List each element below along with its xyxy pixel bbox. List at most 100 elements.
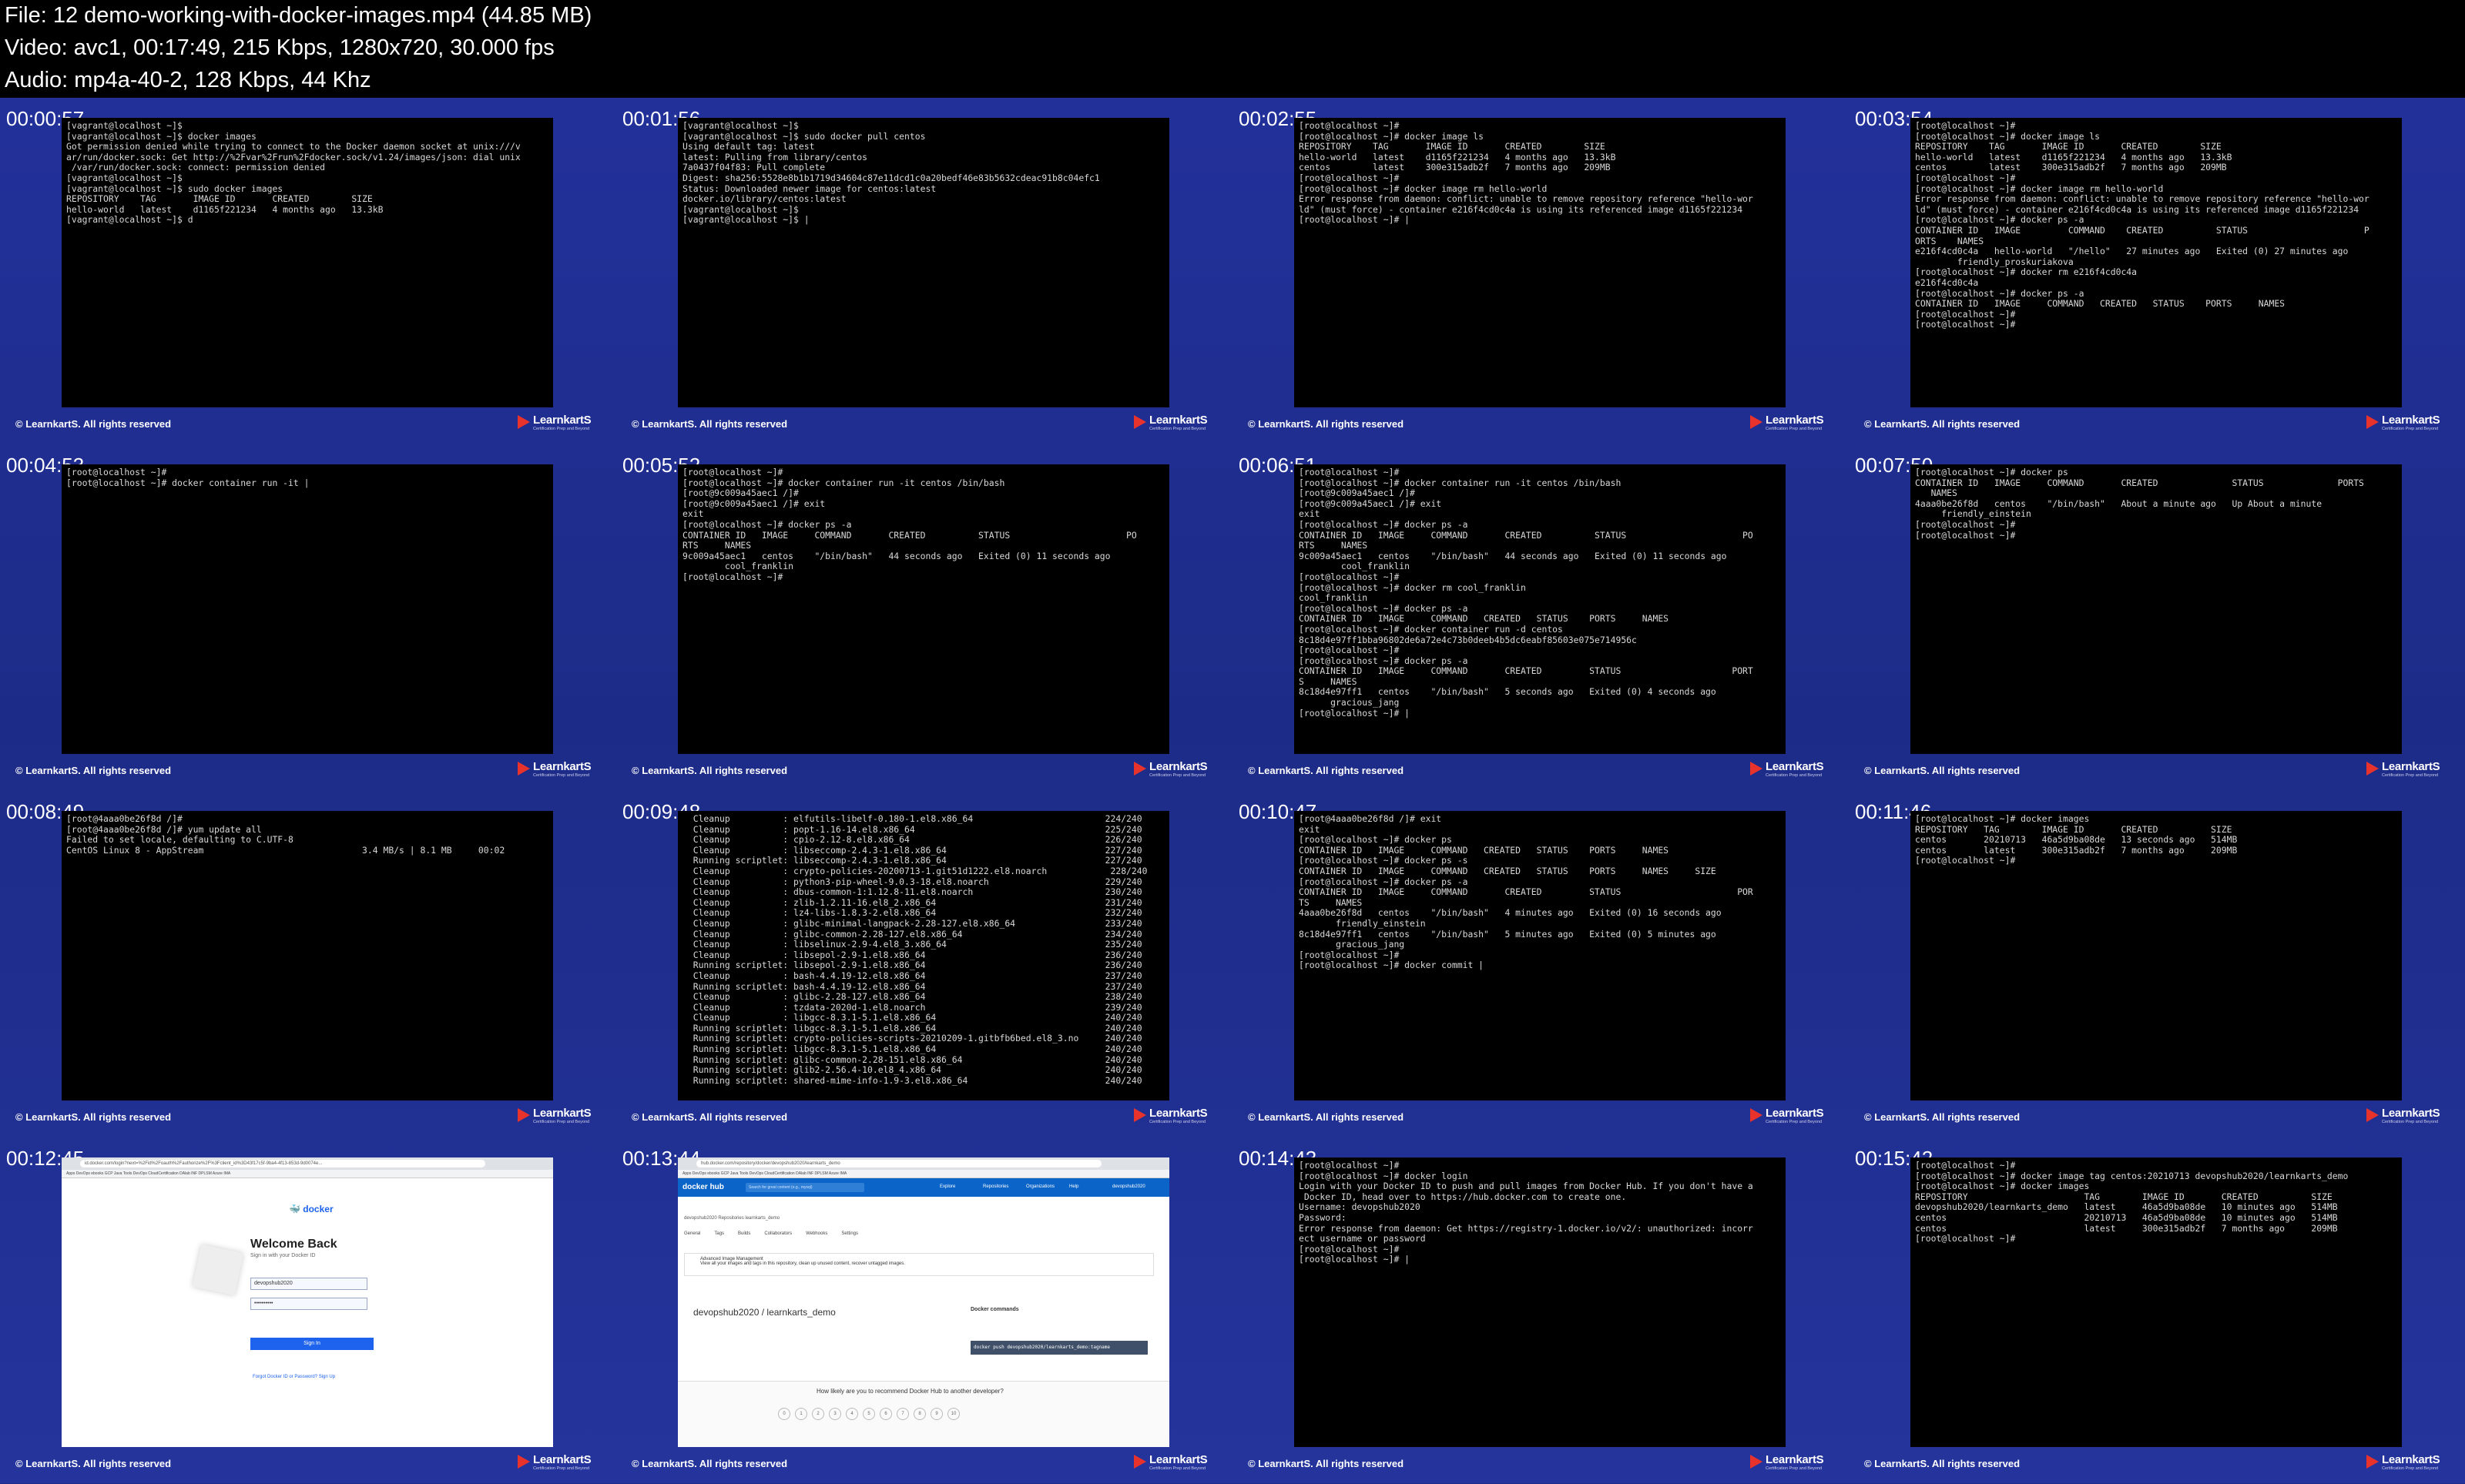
docker-push-command[interactable]: docker push devopshub2020/learnkarts_dem… xyxy=(971,1341,1148,1355)
thumbnail-frame: 00:13:44 hub.docker.com/repository/docker… xyxy=(616,1137,1232,1484)
terminal-output: [root@4aaa0be26f8d /]# exit exit [root@l… xyxy=(1299,813,1753,971)
frame-screen: [vagrant@localhost ~]$ [vagrant@localhos… xyxy=(678,118,1169,407)
learnkarts-logo: LearnkartS Certification Prep and Beyond xyxy=(518,1453,610,1472)
logo-name: LearnkartS xyxy=(2382,1453,2440,1466)
logo-tagline: Certification Prep and Beyond xyxy=(1766,1466,1823,1471)
logo-name: LearnkartS xyxy=(533,1453,592,1466)
survey-option[interactable]: 6 xyxy=(880,1408,892,1420)
thumbnail-frame: 00:14:43 [root@localhost ~]# [root@localh… xyxy=(1232,1137,1849,1484)
thumbnail-grid: 00:00:57 [vagrant@localhost ~]$ [vagrant@… xyxy=(0,98,2465,1483)
copyright-text: © LearnkartS. All rights reserved xyxy=(1248,1458,1404,1469)
learnkarts-logo: LearnkartS Certification Prep and Beyond xyxy=(1750,1453,1843,1472)
frame-screen: [root@localhost ~]# [root@localhost ~]# … xyxy=(1294,118,1786,407)
logo-mark-icon xyxy=(518,762,530,775)
audio-line: Audio: mp4a-40-2, 128 Kbps, 44 Khz xyxy=(5,68,371,92)
hub-nav-item[interactable]: Explore xyxy=(940,1184,955,1189)
thumbnail-frame: 00:05:52 [root@localhost ~]# [root@localh… xyxy=(616,444,1232,791)
survey-option[interactable]: 0 xyxy=(778,1408,790,1420)
copyright-text: © LearnkartS. All rights reserved xyxy=(1248,418,1404,430)
logo-tagline: Certification Prep and Beyond xyxy=(1766,1120,1823,1124)
thumbnail-frame: 00:09:48 Cleanup : elfutils-libelf-0.180… xyxy=(616,791,1232,1137)
learnkarts-logo: LearnkartS Certification Prep and Beyond xyxy=(1134,760,1226,779)
image-management-card: Advanced Image Management View all your i… xyxy=(684,1253,1154,1276)
frame-screen: id.docker.com/login?next=%2Fid%2Foauth%2… xyxy=(62,1157,553,1447)
thumbnail-frame: 00:01:56 [vagrant@localhost ~]$ [vagrant@… xyxy=(616,98,1232,444)
repo-tab[interactable]: Settings xyxy=(841,1231,858,1236)
docker-cube-illustration xyxy=(192,1244,244,1296)
logo-tagline: Certification Prep and Beyond xyxy=(1766,427,1823,431)
logo-name: LearnkartS xyxy=(1766,414,1824,427)
copyright-text: © LearnkartS. All rights reserved xyxy=(632,418,788,430)
logo-mark-icon xyxy=(518,1455,530,1469)
terminal-output: [root@localhost ~]# docker ps CONTAINER … xyxy=(1915,467,2364,541)
thumbnail-frame: 00:00:57 [vagrant@localhost ~]$ [vagrant@… xyxy=(0,98,616,444)
repo-tab[interactable]: Webhooks xyxy=(806,1231,827,1236)
survey-option[interactable]: 5 xyxy=(863,1408,875,1420)
logo-mark-icon xyxy=(1750,415,1762,429)
learnkarts-logo: LearnkartS Certification Prep and Beyond xyxy=(1750,1107,1843,1125)
logo-tagline: Certification Prep and Beyond xyxy=(2382,1466,2439,1471)
survey-option[interactable]: 2 xyxy=(812,1408,824,1420)
learnkarts-logo: LearnkartS Certification Prep and Beyond xyxy=(1134,1107,1226,1125)
browser-window: hub.docker.com/repository/docker/devopsh… xyxy=(678,1157,1169,1447)
frame-screen: hub.docker.com/repository/docker/devopsh… xyxy=(678,1157,1169,1447)
copyright-text: © LearnkartS. All rights reserved xyxy=(15,1111,172,1123)
nps-survey: How likely are you to recommend Docker H… xyxy=(678,1381,1169,1447)
survey-option[interactable]: 10 xyxy=(947,1408,960,1420)
learnkarts-logo: LearnkartS Certification Prep and Beyond xyxy=(1750,760,1843,779)
thumbnail-frame: 00:10:47 [root@4aaa0be26f8d /]# exit exit… xyxy=(1232,791,1849,1137)
login-title: Welcome Back xyxy=(250,1238,337,1251)
repo-tab[interactable]: Builds xyxy=(738,1231,750,1236)
file-line: File: 12 demo-working-with-docker-images… xyxy=(5,3,592,28)
username-field[interactable]: devopshub2020 xyxy=(250,1278,367,1290)
logo-name: LearnkartS xyxy=(1149,414,1208,427)
terminal-output: [root@localhost ~]# [root@localhost ~]# … xyxy=(1915,120,2369,330)
repo-tab[interactable]: Collaborators xyxy=(764,1231,792,1236)
sign-in-button[interactable]: Sign In xyxy=(250,1338,374,1350)
breadcrumb[interactable]: devopshub2020 Repositories learnkarts_de… xyxy=(684,1216,780,1221)
browser-toolbar: id.docker.com/login?next=%2Fid%2Foauth%2… xyxy=(62,1157,553,1170)
logo-mark-icon xyxy=(1134,1455,1146,1469)
repo-tab[interactable]: Tags xyxy=(714,1231,724,1236)
hub-nav-item[interactable]: devopshub2020 xyxy=(1112,1184,1145,1189)
password-field[interactable]: •••••••••• xyxy=(250,1298,367,1310)
terminal-output: [root@localhost ~]# [root@localhost ~]# … xyxy=(1299,120,1753,226)
survey-option[interactable]: 4 xyxy=(846,1408,858,1420)
hub-nav-item[interactable]: Repositories xyxy=(983,1184,1008,1189)
logo-tagline: Certification Prep and Beyond xyxy=(2382,1120,2439,1124)
login-links[interactable]: Forgot Docker ID or Password? Sign Up xyxy=(253,1375,335,1379)
repo-tab[interactable]: General xyxy=(684,1231,700,1236)
copyright-text: © LearnkartS. All rights reserved xyxy=(15,418,172,430)
terminal-output: [root@localhost ~]# docker images REPOSI… xyxy=(1915,813,2238,866)
logo-mark-icon xyxy=(518,1108,530,1122)
logo-mark-icon xyxy=(2366,415,2379,429)
survey-option[interactable]: 7 xyxy=(897,1408,909,1420)
thumbnail-frame: 00:15:42 [root@localhost ~]# [root@localh… xyxy=(1849,1137,2465,1484)
copyright-text: © LearnkartS. All rights reserved xyxy=(1864,1458,2021,1469)
survey-scale: 0 1 2 3 4 5 6 7 8 9 10 xyxy=(778,1408,964,1420)
hub-nav-item[interactable]: Help xyxy=(1069,1184,1078,1189)
survey-option[interactable]: 1 xyxy=(795,1408,807,1420)
survey-option[interactable]: 8 xyxy=(914,1408,926,1420)
terminal-output: Cleanup : elfutils-libelf-0.180-1.el8.x8… xyxy=(693,813,1148,1086)
terminal-output: [root@localhost ~]# [root@localhost ~]# … xyxy=(66,467,310,488)
address-bar[interactable]: id.docker.com/login?next=%2Fid%2Foauth%2… xyxy=(80,1160,485,1167)
logo-mark-icon xyxy=(518,415,530,429)
hub-search-input[interactable]: Search for great content (e.g., mysql) xyxy=(746,1183,864,1192)
terminal-output: [root@4aaa0be26f8d /]# [root@4aaa0be26f8… xyxy=(66,813,505,856)
address-bar[interactable]: hub.docker.com/repository/docker/devopsh… xyxy=(696,1160,1102,1167)
logo-mark-icon xyxy=(2366,1455,2379,1469)
survey-option[interactable]: 9 xyxy=(931,1408,943,1420)
logo-mark-icon xyxy=(1750,1455,1762,1469)
card-text: View all your images and tags in this re… xyxy=(700,1261,905,1266)
docker-commands-title: Docker commands xyxy=(971,1307,1019,1312)
survey-option[interactable]: 3 xyxy=(829,1408,841,1420)
thumbnail-frame: 00:04:53 [root@localhost ~]# [root@localh… xyxy=(0,444,616,791)
thumbnail-frame: 00:12:45 id.docker.com/login?next=%2Fid%2… xyxy=(0,1137,616,1484)
copyright-text: © LearnkartS. All rights reserved xyxy=(1864,1111,2021,1123)
logo-tagline: Certification Prep and Beyond xyxy=(1766,773,1823,778)
hub-nav-item[interactable]: Organizations xyxy=(1026,1184,1055,1189)
frame-screen: [root@localhost ~]# [root@localhost ~]# … xyxy=(678,464,1169,754)
frame-screen: [root@localhost ~]# [root@localhost ~]# … xyxy=(1910,1157,2402,1447)
hub-navbar: docker hub Search for great content (e.g.… xyxy=(678,1178,1169,1197)
